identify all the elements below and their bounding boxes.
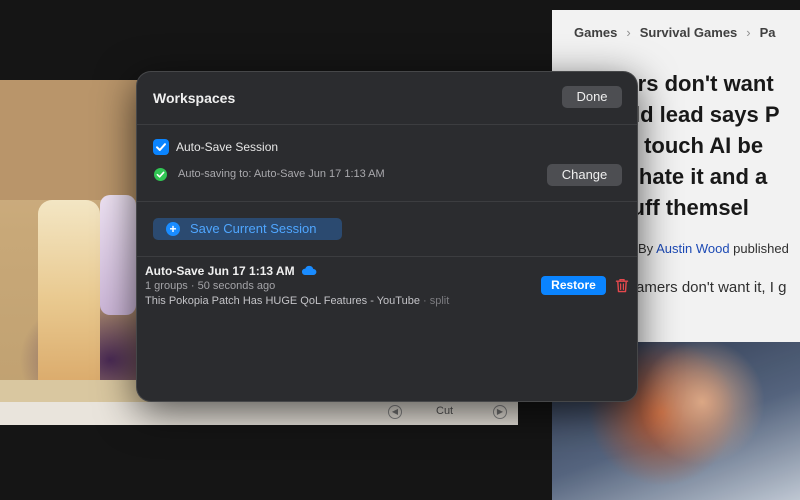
panel-title: Workspaces: [153, 90, 236, 106]
change-button[interactable]: Change: [547, 164, 622, 186]
chevron-left-circle-icon[interactable]: ◀: [388, 405, 402, 419]
divider: [137, 201, 637, 202]
checkmark-circle-icon: [154, 168, 167, 181]
headline-line: rs hate it and a: [612, 164, 768, 189]
article-byline: By Austin Wood published: [638, 241, 789, 256]
chevron-right-icon: ›: [626, 25, 631, 40]
session-tab-entry: This Pokopia Patch Has HUGE QoL Features…: [145, 295, 449, 307]
author-link[interactable]: Austin Wood: [656, 241, 729, 256]
session-name: Auto-Save Jun 17 1:13 AM: [145, 264, 295, 278]
breadcrumb: Games › Survival Games › Pa: [574, 25, 776, 40]
trash-icon[interactable]: [615, 278, 629, 293]
chevron-right-icon: ›: [746, 25, 751, 40]
auto-save-checkbox[interactable]: [153, 139, 169, 155]
headline-line: stuff themsel: [612, 195, 749, 220]
video-scene-pillar: [38, 200, 100, 400]
byline-suffix: published: [733, 241, 789, 256]
headline-line: ners don't want: [612, 71, 774, 96]
session-meta: 1 groups · 50 seconds ago: [145, 280, 276, 292]
restore-button[interactable]: Restore: [541, 276, 606, 295]
session-tab-split: · split: [423, 295, 450, 307]
auto-save-label[interactable]: Auto-Save Session: [176, 140, 278, 154]
auto-save-status: Auto-saving to: Auto-Save Jun 17 1:13 AM: [178, 168, 385, 180]
video-controls-label[interactable]: Cut: [436, 405, 453, 417]
breadcrumb-item[interactable]: Games: [574, 25, 617, 40]
workspaces-panel: Workspaces Done Auto-Save Session Auto-s…: [136, 71, 638, 402]
checkmark-icon: [156, 143, 166, 151]
breadcrumb-item[interactable]: Survival Games: [640, 25, 738, 40]
headline-line: n't touch AI be: [612, 133, 764, 158]
video-scene-pillar: [100, 195, 136, 315]
save-current-session-label: Save Current Session: [190, 221, 317, 236]
breadcrumb-item[interactable]: Pa: [760, 25, 776, 40]
divider: [137, 124, 637, 125]
session-row[interactable]: Auto-Save Jun 17 1:13 AM 1 groups · 50 s…: [137, 257, 637, 315]
session-tab-title: This Pokopia Patch Has HUGE QoL Features…: [145, 295, 420, 307]
chevron-right-circle-icon[interactable]: ▶: [493, 405, 507, 419]
headline-line: orld lead says P: [612, 102, 780, 127]
byline-prefix: By: [638, 241, 654, 256]
done-button[interactable]: Done: [562, 86, 622, 108]
article-dek: amers don't want it, I g: [636, 279, 787, 296]
save-current-session-button[interactable]: + Save Current Session: [153, 218, 342, 240]
cloud-icon: [301, 265, 317, 275]
video-scene-block: [0, 80, 150, 200]
video-controls-bar: ◀ Cut ▶: [0, 402, 518, 425]
article-headline: ners don't want orld lead says P n't tou…: [612, 68, 800, 223]
plus-circle-icon: +: [166, 222, 180, 236]
